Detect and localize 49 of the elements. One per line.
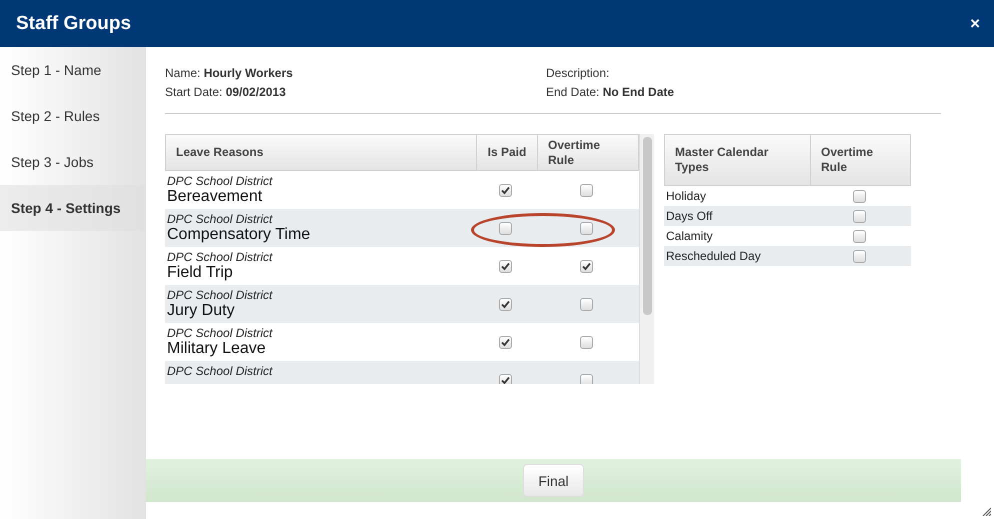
- leave-reason: Military Leave: [167, 340, 266, 358]
- district-text: DPC School District: [167, 174, 272, 188]
- district-text: DPC School District: [167, 364, 272, 378]
- checkbox[interactable]: [852, 250, 866, 262]
- scroll-thumb[interactable]: [642, 137, 652, 315]
- checkbox[interactable]: [580, 222, 593, 234]
- checkbox[interactable]: [499, 184, 512, 196]
- name-text: Name: Hourly Workers: [165, 66, 294, 80]
- final-button[interactable]: Final: [523, 464, 584, 497]
- description-label: Description:: [546, 66, 610, 80]
- district-text: DPC School District: [167, 212, 272, 226]
- leave-reason: Compensatory Time: [167, 226, 310, 244]
- checkbox[interactable]: [499, 260, 512, 272]
- step-tab[interactable]: Step 1 - Name: [0, 47, 146, 93]
- calendar-type: Rescheduled Day: [666, 249, 761, 263]
- column-header: Leave Reasons: [175, 144, 264, 161]
- checkbox[interactable]: [499, 222, 512, 234]
- checkbox[interactable]: [852, 230, 866, 242]
- column-header: Overtime Rule: [537, 135, 638, 170]
- leave-reason: Bereavement: [167, 188, 262, 206]
- scrollbar[interactable]: [639, 134, 654, 384]
- checkbox[interactable]: [499, 336, 512, 348]
- district-text: DPC School District: [167, 288, 272, 302]
- checkbox[interactable]: [852, 190, 866, 202]
- step-tab[interactable]: Step 2 - Rules: [0, 93, 146, 139]
- calendar-type: Days Off: [666, 209, 712, 223]
- checkbox[interactable]: [580, 374, 593, 384]
- checkbox[interactable]: [852, 210, 866, 222]
- checkbox[interactable]: [499, 298, 512, 310]
- window-title: Staff Groups: [16, 12, 132, 34]
- checkbox[interactable]: [499, 374, 512, 384]
- column-header: Is Paid: [476, 135, 537, 170]
- district-text: DPC School District: [167, 326, 272, 340]
- leave-reason: Jury Duty: [167, 302, 235, 320]
- start-date-text: Start Date: 09/02/2013: [165, 85, 287, 99]
- checkbox[interactable]: [580, 184, 593, 196]
- close-button[interactable]: ×: [970, 14, 980, 34]
- district-text: DPC School District: [167, 250, 272, 264]
- calendar-type: Calamity: [666, 229, 713, 243]
- column-header: Master Calendar Types: [674, 144, 770, 176]
- leave-reason: Field Trip: [167, 264, 233, 282]
- resize-grip-icon[interactable]: [981, 506, 991, 516]
- checkbox[interactable]: [580, 298, 593, 310]
- calendar-type: Holiday: [666, 189, 706, 203]
- end-date-text: End Date: No End Date: [546, 85, 676, 99]
- column-header: Overtime Rule: [810, 135, 910, 185]
- step-tab[interactable]: Step 3 - Jobs: [0, 139, 146, 185]
- checkbox[interactable]: [580, 260, 593, 272]
- checkbox[interactable]: [580, 336, 593, 348]
